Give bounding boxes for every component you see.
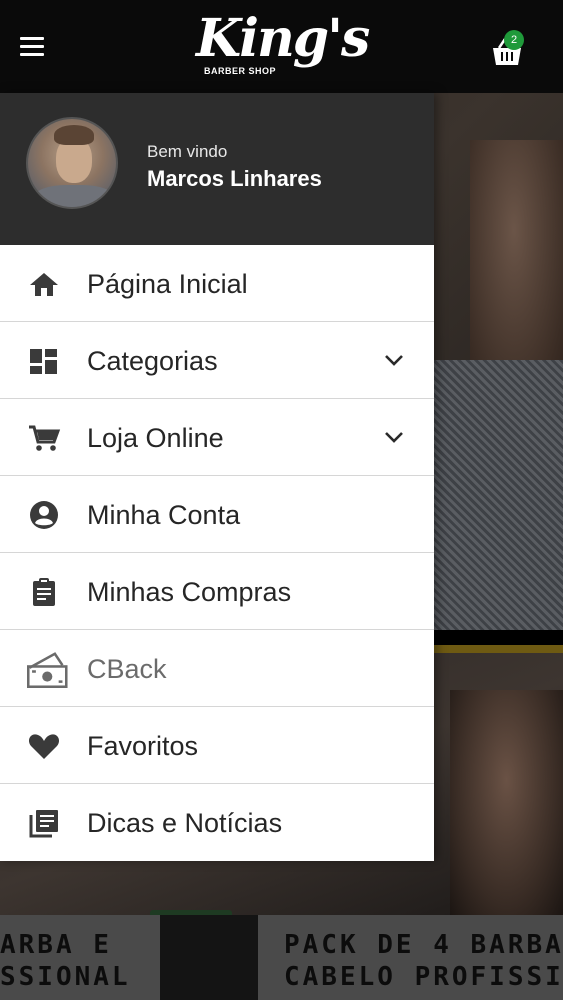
welcome-text: Bem vindo (147, 142, 228, 161)
home-icon (30, 273, 58, 296)
menu-item-dicas-e-noticias[interactable]: Dicas e Notícias (0, 784, 434, 861)
drawer-header: Bem vindo Marcos Linhares (0, 93, 434, 245)
user-name: Marcos Linhares (147, 166, 322, 191)
menu-item-favoritos[interactable]: Favoritos (0, 707, 434, 784)
caption-line: PACK DE 4 BARBA (284, 930, 563, 960)
cart-count-badge: 2 (504, 30, 524, 50)
menu-item-minha-conta[interactable]: Minha Conta (0, 476, 434, 553)
caption-gap (160, 915, 258, 1000)
menu-item-label: Minha Conta (87, 500, 241, 530)
menu-item-minhas-compras[interactable]: Minhas Compras (0, 553, 434, 630)
dashboard-icon (30, 349, 57, 374)
kings-barber-shop-logo[interactable]: King's BARBER SHOP (190, 8, 370, 86)
user-avatar[interactable] (26, 117, 118, 209)
menu-item-label: CBack (87, 654, 167, 684)
product-model-face (450, 690, 563, 915)
product-caption-left[interactable]: ARBA E SSIONAL (0, 915, 160, 1000)
caption-line: SSIONAL (0, 962, 131, 992)
account-circle-icon (30, 501, 58, 529)
navigation-drawer: Bem vindo Marcos Linhares Página Inicial… (0, 93, 434, 861)
menu-item-loja-online[interactable]: Loja Online (0, 399, 434, 476)
menu-item-pagina-inicial[interactable]: Página Inicial (0, 245, 434, 322)
menu-item-label: Minhas Compras (87, 577, 292, 607)
menu-item-label: Categorias (87, 346, 218, 376)
heart-icon (28, 734, 60, 759)
banner-divider (434, 645, 563, 653)
logo-script: King's (196, 8, 370, 69)
library-books-icon (29, 810, 58, 838)
shopping-cart-icon (29, 425, 61, 451)
chevron-down-icon[interactable] (383, 429, 405, 445)
menu-item-cback[interactable]: CBack (0, 630, 434, 707)
app-bar: King's BARBER SHOP 2 (0, 0, 563, 93)
menu-item-label: Página Inicial (87, 269, 248, 299)
menu-item-categorias[interactable]: Categorias (0, 322, 434, 399)
menu-item-label: Loja Online (87, 423, 224, 453)
product-caption-right[interactable]: PACK DE 4 BARBA CABELO PROFISSIO (258, 915, 563, 1000)
drawer-menu: Página Inicial Categorias Loja Online Mi… (0, 245, 434, 861)
menu-item-label: Dicas e Notícias (87, 808, 283, 838)
cashback-icon (27, 652, 68, 688)
menu-item-label: Favoritos (87, 731, 199, 761)
clipboard-icon (33, 578, 55, 606)
chevron-down-icon[interactable] (383, 352, 405, 368)
caption-line: ARBA E (0, 930, 112, 960)
hamburger-menu-icon[interactable] (20, 37, 50, 63)
banner-model-shirt (434, 360, 563, 630)
caption-line: CABELO PROFISSIO (284, 962, 563, 992)
logo-subtitle: BARBER SHOP (204, 66, 277, 76)
